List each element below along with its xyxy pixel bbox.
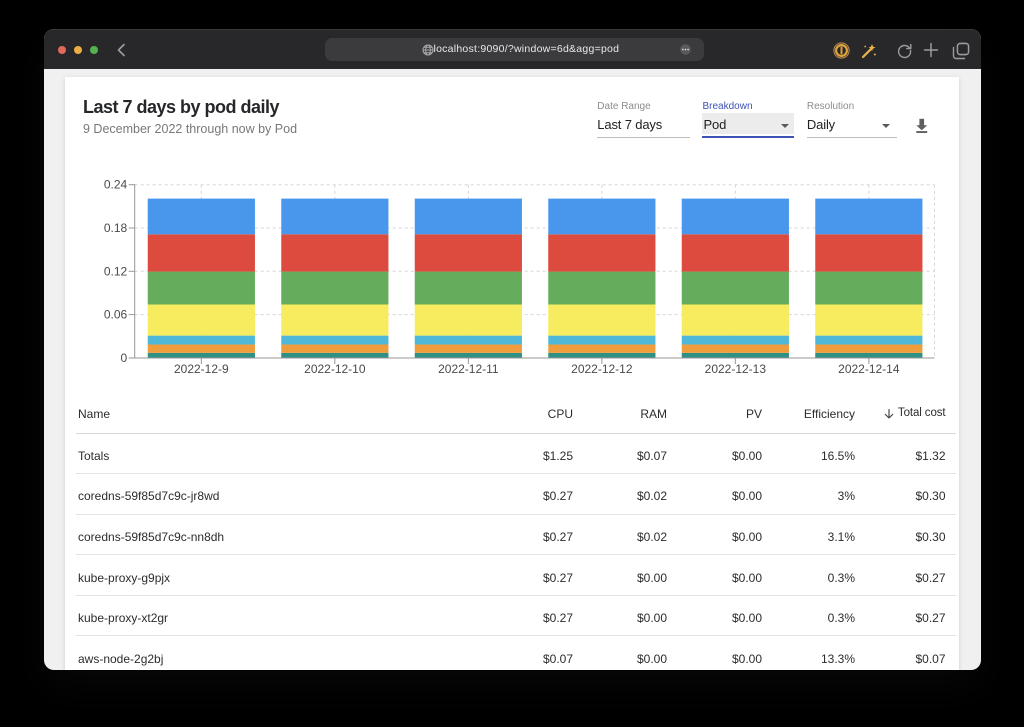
svg-text:0.06: 0.06 <box>104 308 128 322</box>
svg-text:0.12: 0.12 <box>104 265 128 279</box>
svg-text:2022-12-13: 2022-12-13 <box>705 362 767 376</box>
svg-text:2022-12-9: 2022-12-9 <box>174 362 229 376</box>
svg-text:0: 0 <box>121 351 128 365</box>
svg-text:0.18: 0.18 <box>104 221 128 235</box>
svg-text:2022-12-14: 2022-12-14 <box>838 362 900 376</box>
svg-text:2022-12-10: 2022-12-10 <box>304 362 366 376</box>
svg-text:2022-12-12: 2022-12-12 <box>571 362 633 376</box>
svg-text:2022-12-11: 2022-12-11 <box>438 362 499 376</box>
svg-text:0.24: 0.24 <box>104 178 128 192</box>
